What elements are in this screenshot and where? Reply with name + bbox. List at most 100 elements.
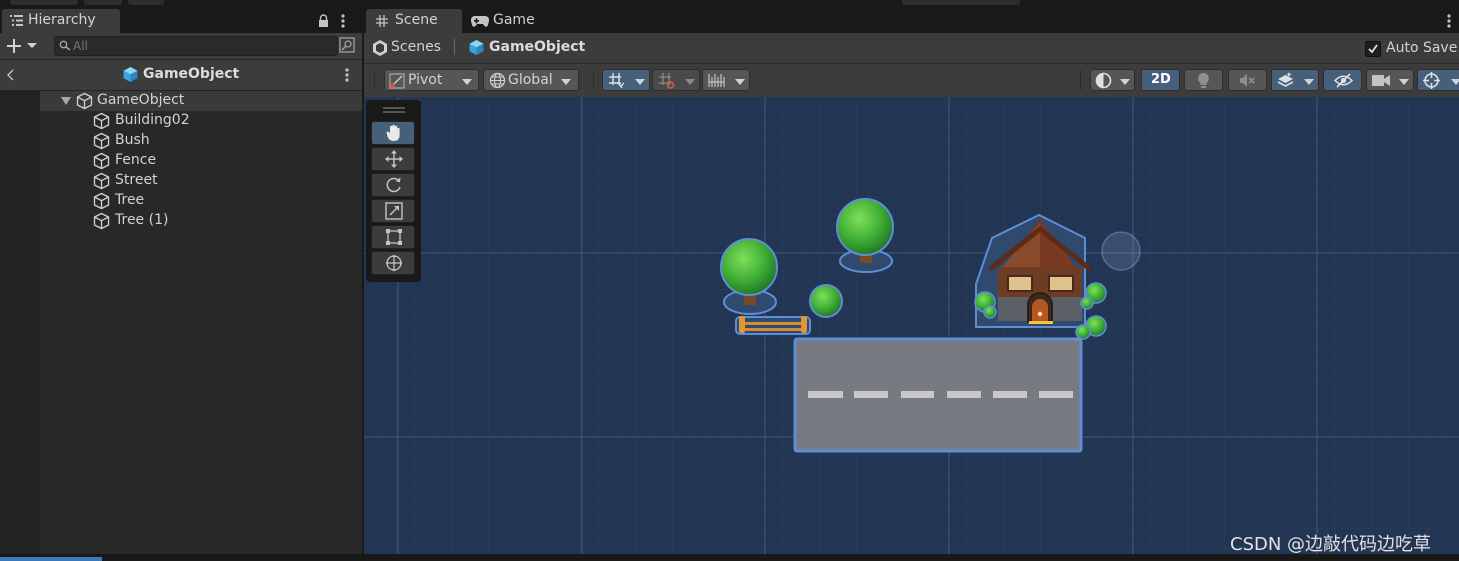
increment-snap-button[interactable]: [652, 69, 700, 91]
search-field[interactable]: [54, 36, 338, 56]
global-label: Global: [508, 72, 553, 88]
scene-toolbar: Pivot Global 2D: [364, 64, 1459, 98]
grid-snap-button[interactable]: [602, 69, 650, 91]
create-plus-icon[interactable]: [7, 39, 37, 53]
chevron-down-icon: [735, 79, 745, 85]
gizmos-dropdown[interactable]: [1417, 69, 1459, 91]
grid-minor: [364, 97, 1459, 554]
prefab-title: GameObject: [143, 66, 240, 82]
scale-tool-button[interactable]: [371, 199, 415, 223]
hierarchy-item-label: GameObject: [97, 92, 185, 108]
hierarchy-list: GameObject Building02 Bush Fence Street: [0, 91, 362, 554]
progress-indicator: [0, 557, 102, 561]
toolbar-grip: [374, 70, 375, 90]
scale-icon: [385, 202, 403, 220]
pivot-dropdown[interactable]: Pivot: [384, 69, 479, 91]
shading-sphere-icon: [1095, 72, 1112, 89]
top-toolbar-button[interactable]: [128, 0, 164, 5]
draw-mode-dropdown[interactable]: [1090, 69, 1135, 91]
grid-snap-icon: [608, 72, 625, 89]
scene-fence[interactable]: [735, 316, 811, 335]
search-input[interactable]: [73, 37, 328, 55]
effects-dropdown[interactable]: [1271, 69, 1319, 91]
rect-tool-button[interactable]: [371, 225, 415, 249]
auto-save-label: Auto Save: [1386, 40, 1458, 56]
hierarchy-item-tree[interactable]: Tree: [40, 191, 362, 211]
hierarchy-item-fence[interactable]: Fence: [40, 151, 362, 171]
hierarchy-item-building02[interactable]: Building02: [40, 111, 362, 131]
hand-tool-button[interactable]: [371, 121, 415, 145]
hierarchy-item-label: Tree (1): [115, 212, 169, 228]
hierarchy-item-tree-1[interactable]: Tree (1): [40, 211, 362, 231]
lock-icon[interactable]: [318, 14, 329, 27]
gizmo-crosshair-icon: [1423, 72, 1440, 89]
transform-tool-button[interactable]: [371, 251, 415, 275]
globe-icon: [489, 72, 506, 89]
grid-hash-icon: [376, 15, 388, 27]
lighting-toggle[interactable]: [1184, 69, 1223, 91]
tab-hierarchy[interactable]: Hierarchy: [2, 9, 120, 33]
hierarchy-panel: Hierarchy GameObject: [0, 9, 362, 554]
scene-tree[interactable]: [720, 238, 778, 315]
scene-more-icon[interactable]: [1447, 14, 1451, 28]
chevron-down-icon: [685, 79, 695, 85]
hierarchy-tab-bar: Hierarchy: [0, 9, 362, 33]
prefab-cube-icon: [468, 39, 485, 56]
scene-visibility-toggle[interactable]: [1323, 69, 1362, 91]
move-tool-button[interactable]: [371, 147, 415, 171]
chevron-down-icon: [1451, 79, 1459, 85]
pivot-icon: [389, 73, 405, 89]
light-bulb-icon: [1196, 72, 1211, 89]
gameobject-cube-icon: [93, 112, 110, 130]
camera-icon: [1372, 74, 1391, 87]
tab-label: Scene: [395, 12, 438, 28]
hierarchy-gutter: [0, 91, 40, 554]
unity-logo-icon: [373, 40, 387, 56]
gameobject-cube-icon: [93, 152, 110, 170]
top-toolbar-button[interactable]: [10, 0, 78, 5]
breadcrumb-scenes[interactable]: Scenes: [391, 39, 441, 55]
hierarchy-item-street[interactable]: Street: [40, 171, 362, 191]
scene-tree-1[interactable]: [836, 198, 894, 273]
search-options-icon[interactable]: [339, 37, 355, 53]
hierarchy-root-row[interactable]: GameObject: [40, 91, 362, 111]
hierarchy-toolbar: [0, 33, 362, 60]
tab-label: Hierarchy: [28, 12, 96, 28]
camera-settings-dropdown[interactable]: [1366, 69, 1414, 91]
hierarchy-item-label: Fence: [115, 152, 157, 168]
scene-bush[interactable]: [809, 284, 843, 318]
global-dropdown[interactable]: Global: [483, 69, 579, 91]
rotate-tool-button[interactable]: [371, 173, 415, 197]
tab-label: Game: [493, 12, 535, 28]
hand-icon: [386, 124, 402, 142]
back-chevron-icon[interactable]: [7, 69, 14, 81]
tab-game[interactable]: Game: [464, 9, 560, 33]
ruler-snap-button[interactable]: [702, 69, 750, 91]
breadcrumb-current[interactable]: GameObject: [489, 39, 585, 55]
snap-magnet-icon: [658, 72, 675, 89]
audio-toggle[interactable]: [1228, 69, 1267, 91]
pivot-label: Pivot: [408, 72, 443, 88]
scene-street[interactable]: [793, 337, 1083, 453]
scene-viewport[interactable]: [364, 97, 1459, 554]
rect-transform-icon: [385, 228, 403, 246]
audio-muted-icon: [1239, 73, 1256, 88]
hierarchy-item-bush[interactable]: Bush: [40, 131, 362, 151]
more-menu-icon[interactable]: [341, 14, 345, 28]
list-icon: [10, 15, 23, 26]
top-toolbar-button[interactable]: [902, 0, 1020, 5]
mode-2d-label: 2D: [1151, 72, 1171, 87]
breadcrumb-separator: [454, 39, 455, 55]
chevron-down-icon: [462, 79, 472, 85]
expand-arrow-icon[interactable]: [61, 97, 71, 105]
scene-tab-bar: Scene Game: [364, 9, 1459, 33]
drag-handle[interactable]: [383, 107, 405, 109]
gameobject-cube-icon: [93, 132, 110, 150]
header-more-icon[interactable]: [345, 68, 349, 82]
drag-handle[interactable]: [383, 111, 405, 113]
rect-transform-handle[interactable]: [1101, 231, 1141, 271]
auto-save-checkbox[interactable]: [1365, 41, 1381, 57]
top-toolbar-button[interactable]: [84, 0, 122, 5]
tab-scene[interactable]: Scene: [366, 9, 462, 33]
mode-2d-toggle[interactable]: 2D: [1141, 69, 1180, 91]
